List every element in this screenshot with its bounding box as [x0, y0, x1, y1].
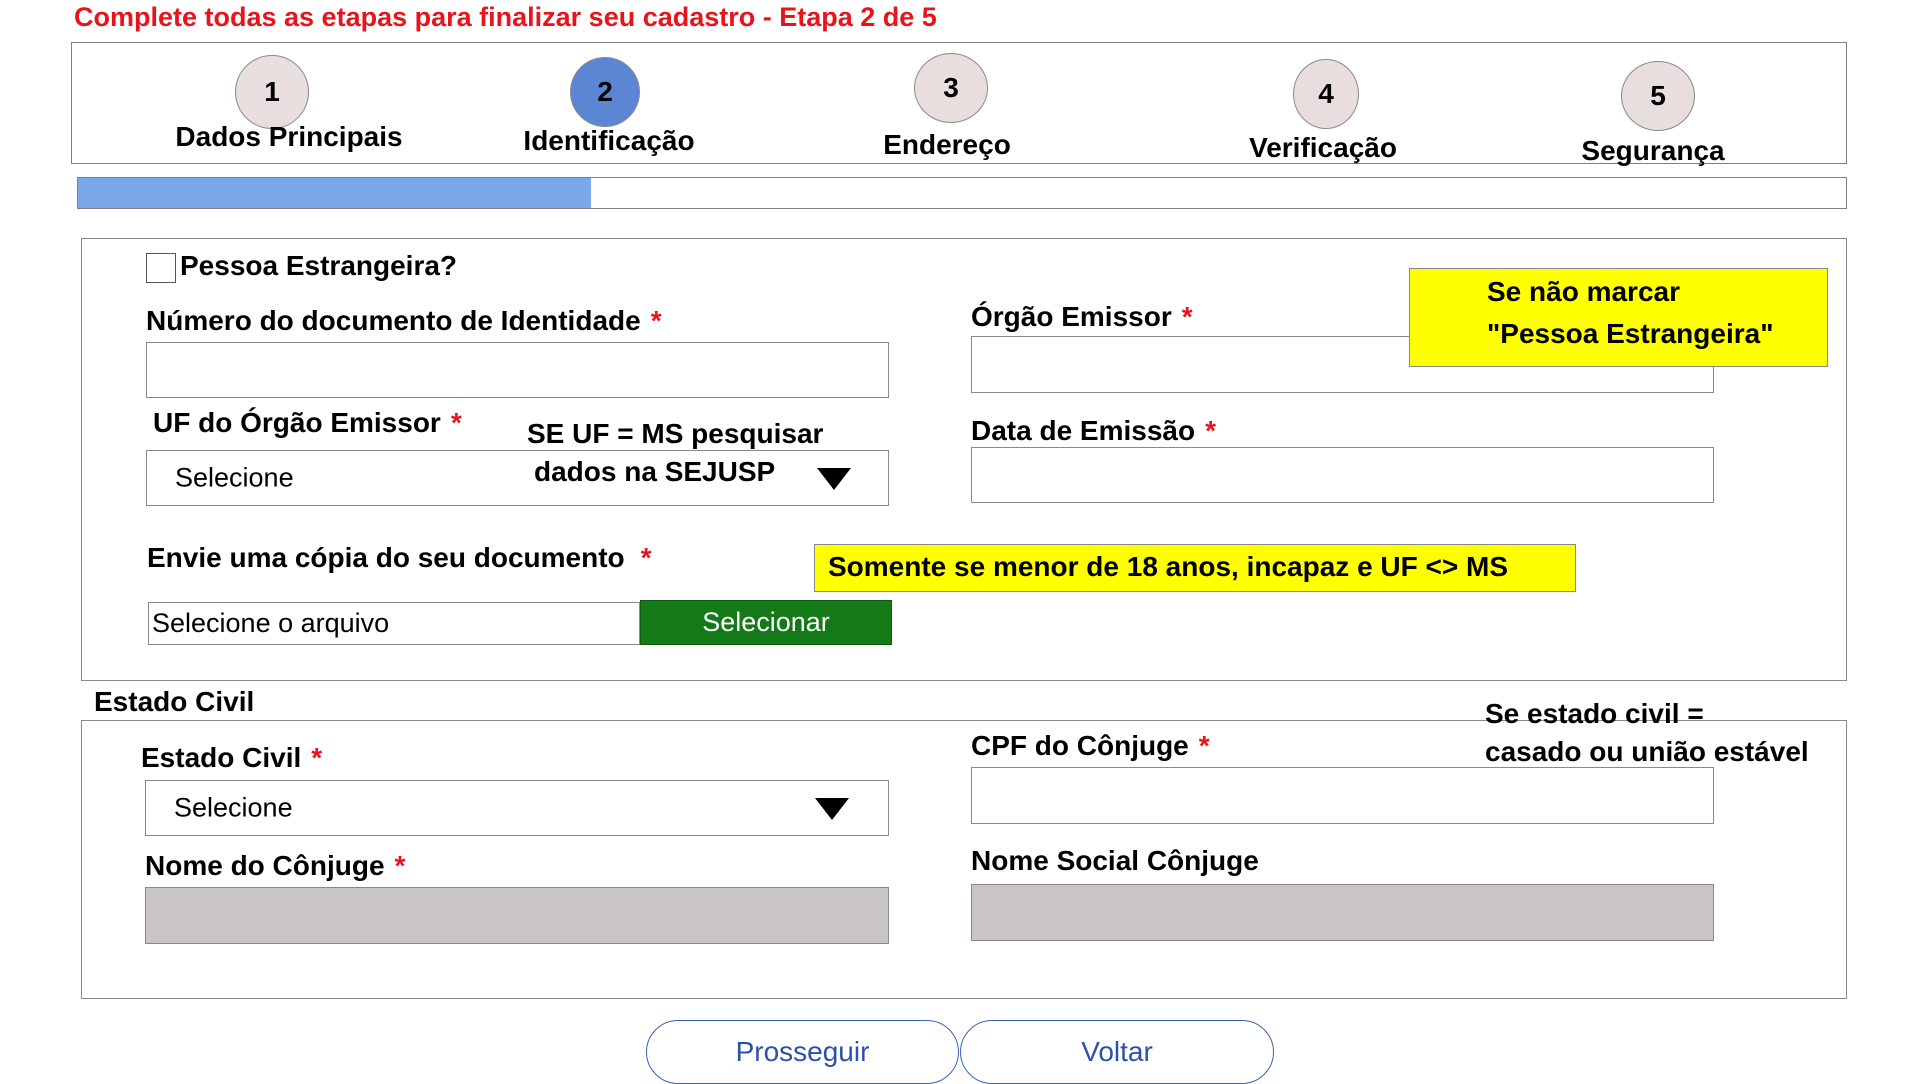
- upload-note: Somente se menor de 18 anos, incapaz e U…: [814, 544, 1576, 592]
- select-file-button[interactable]: Selecionar: [640, 600, 892, 645]
- step-3-circle[interactable]: 3: [914, 53, 988, 123]
- marital-status-label: Estado Civil *: [141, 742, 322, 774]
- uf-note-line-1: SE UF = MS pesquisar: [527, 418, 824, 449]
- marital-status-label-text: Estado Civil: [141, 742, 302, 773]
- required-mark: *: [450, 407, 462, 438]
- marital-status-select-value: Selecione: [174, 792, 293, 823]
- foreigner-note: Se não marcar "Pessoa Estrangeira": [1409, 268, 1828, 367]
- step-2-circle[interactable]: 2: [570, 57, 640, 127]
- issuer-uf-select[interactable]: Selecione: [146, 450, 889, 506]
- spouse-cpf-label: CPF do Cônjuge *: [971, 730, 1210, 762]
- spouse-cpf-label-text: CPF do Cônjuge: [971, 730, 1189, 761]
- foreigner-checkbox[interactable]: [146, 253, 176, 283]
- spouse-name-label: Nome do Cônjuge *: [145, 850, 405, 882]
- step-4-label: Verificação: [1249, 132, 1397, 163]
- issue-date-input[interactable]: [971, 447, 1714, 503]
- proceed-button[interactable]: Prosseguir: [646, 1020, 959, 1084]
- foreigner-checkbox-label: Pessoa Estrangeira?: [180, 250, 458, 281]
- progress-bar: [77, 177, 1847, 209]
- stepper: 1 Dados Principais 2 Identificação 3 End…: [71, 42, 1847, 166]
- step-2-number: 2: [597, 76, 613, 107]
- spouse-cpf-input[interactable]: [971, 767, 1714, 824]
- step-3-label: Endereço: [883, 129, 1011, 160]
- required-mark: *: [650, 305, 662, 336]
- marital-status-select[interactable]: Selecione: [145, 780, 889, 836]
- issuer-label: Órgão Emissor *: [971, 301, 1193, 333]
- required-mark: *: [1205, 415, 1217, 446]
- step-5-circle[interactable]: 5: [1621, 61, 1695, 131]
- step-2-label: Identificação: [523, 125, 695, 156]
- chevron-down-icon: [815, 798, 849, 820]
- step-5-number: 5: [1650, 80, 1666, 111]
- foreigner-note-line-1: Se não marcar: [1487, 276, 1680, 307]
- instruction-text: Complete todas as etapas para finalizar …: [74, 2, 937, 32]
- id-number-input[interactable]: [146, 342, 889, 398]
- step-4-circle[interactable]: 4: [1293, 59, 1359, 129]
- issuer-uf-label-text: UF do Órgão Emissor: [153, 407, 441, 438]
- required-mark: *: [1198, 730, 1210, 761]
- back-button[interactable]: Voltar: [960, 1020, 1274, 1084]
- issuer-label-text: Órgão Emissor: [971, 301, 1172, 332]
- marital-section-title: Estado Civil: [94, 686, 255, 717]
- chevron-down-icon: [817, 468, 851, 490]
- required-mark: *: [394, 850, 406, 881]
- step-1-circle[interactable]: 1: [235, 55, 309, 129]
- spouse-note-line-2: casado ou união estável: [1485, 736, 1809, 767]
- upload-label-text: Envie uma cópia do seu documento: [147, 542, 625, 573]
- spouse-social-name-input[interactable]: [971, 884, 1714, 941]
- id-number-label: Número do documento de Identidade *: [146, 305, 662, 337]
- upload-label: Envie uma cópia do seu documento *: [147, 542, 652, 574]
- step-3-number: 3: [943, 72, 959, 103]
- spouse-name-label-text: Nome do Cônjuge: [145, 850, 385, 881]
- spouse-name-input[interactable]: [145, 887, 889, 944]
- required-mark: *: [640, 542, 652, 573]
- required-mark: *: [1181, 301, 1193, 332]
- upload-note-text: Somente se menor de 18 anos, incapaz e U…: [828, 551, 1509, 582]
- step-1-number: 1: [264, 76, 280, 107]
- step-5-label: Segurança: [1581, 135, 1725, 166]
- step-1-label: Dados Principais: [175, 121, 403, 152]
- file-name-input[interactable]: Selecione o arquivo: [148, 602, 640, 645]
- issue-date-label: Data de Emissão *: [971, 415, 1216, 447]
- uf-note-line-2: dados na SEJUSP: [534, 456, 776, 487]
- issuer-uf-label: UF do Órgão Emissor *: [153, 407, 462, 439]
- required-mark: *: [311, 742, 323, 773]
- foreigner-note-line-2: "Pessoa Estrangeira": [1487, 318, 1774, 349]
- id-number-label-text: Número do documento de Identidade: [146, 305, 641, 336]
- spouse-social-name-label: Nome Social Cônjuge: [971, 845, 1259, 876]
- issue-date-label-text: Data de Emissão: [971, 415, 1196, 446]
- progress-fill: [78, 178, 591, 208]
- issuer-uf-select-value: Selecione: [175, 462, 294, 493]
- spouse-note-line-1: Se estado civil =: [1485, 698, 1704, 729]
- step-4-number: 4: [1318, 78, 1334, 109]
